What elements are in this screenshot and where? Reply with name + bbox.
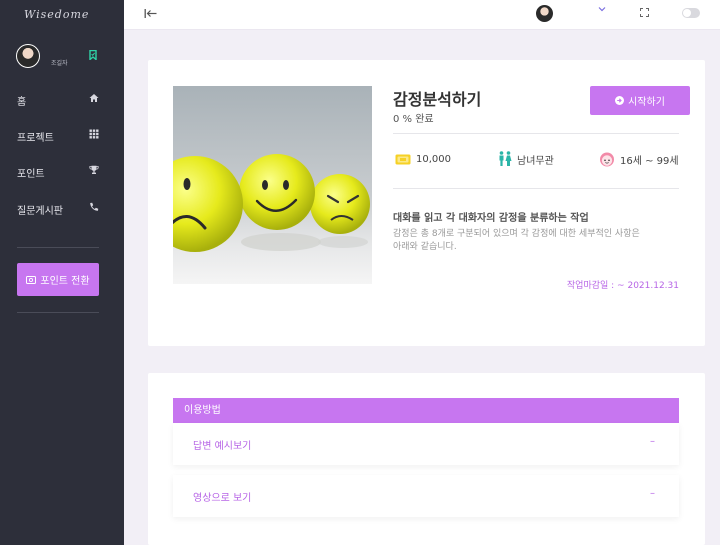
sidebar-item-qna[interactable]: 질문게시판 — [17, 200, 107, 217]
grid-icon — [89, 129, 99, 139]
brand-logo[interactable]: Wisedome — [24, 8, 89, 21]
user-avatar[interactable] — [536, 5, 553, 22]
sidebar-item-label: 프로젝트 — [17, 133, 54, 144]
phone-icon — [90, 202, 99, 211]
coin-icon — [395, 154, 411, 164]
task-card: 감정분석하기 0 % 완료 시작하기 10,000 남녀무관 16세 ~ 99세… — [148, 60, 705, 346]
task-progress: 0 % 완료 — [393, 114, 434, 125]
start-button-label: 시작하기 — [628, 97, 665, 108]
sidebar-divider — [17, 312, 99, 313]
theme-toggle[interactable] — [682, 8, 700, 18]
sidebar-item-label: 포인트 — [17, 169, 45, 180]
usage-card: 이용방법 답변 예시보기 – 영상으로 보기 – — [148, 373, 705, 545]
usage-header: 이용방법 — [173, 398, 679, 423]
home-icon — [89, 94, 99, 102]
description-title: 대화를 읽고 각 대화자의 감정을 분류하는 작업 — [393, 213, 589, 224]
task-image — [173, 86, 372, 284]
stat-points: 10,000 — [395, 150, 451, 168]
stat-gender: 남녀무관 — [498, 150, 554, 168]
trophy-icon — [89, 165, 99, 174]
chevron-down-icon[interactable] — [598, 6, 606, 12]
profile-name: 조길자 — [51, 60, 68, 67]
bookmark-icon[interactable] — [89, 50, 97, 60]
sidebar-item-point[interactable]: 포인트 — [17, 163, 107, 180]
gender-value: 남녀무관 — [517, 155, 554, 167]
point-convert-label: 포인트 전환 — [40, 276, 90, 287]
collapse-icon[interactable]: – — [650, 488, 655, 499]
description-line: 아래와 같습니다. — [393, 242, 457, 252]
collapse-icon[interactable]: – — [650, 436, 655, 447]
gender-icon — [499, 151, 512, 166]
point-convert-button[interactable]: 포인트 전환 — [17, 263, 99, 296]
divider — [393, 188, 679, 189]
accordion-item-example[interactable]: 답변 예시보기 – — [173, 423, 679, 465]
stat-age: 16세 ~ 99세 — [599, 150, 679, 168]
sidebar-divider — [17, 247, 99, 248]
description-line: 감정은 총 8개로 구분되어 있으며 각 감정에 대한 세부적인 사항은 — [393, 229, 640, 239]
topbar — [124, 0, 720, 30]
sidebar: Wisedome 조길자 홈 프로젝트 포인트 질문게시판 포인트 전환 — [0, 0, 124, 545]
sidebar-item-home[interactable]: 홈 — [17, 91, 107, 108]
start-button[interactable]: 시작하기 — [590, 86, 690, 115]
toggle-knob — [683, 9, 691, 17]
age-value: 16세 ~ 99세 — [620, 155, 679, 167]
points-value: 10,000 — [416, 153, 451, 165]
user-profile[interactable]: 조길자 — [16, 44, 112, 70]
face-icon — [600, 152, 614, 167]
arrow-circle-icon — [615, 96, 625, 105]
sidebar-item-project[interactable]: 프로젝트 — [17, 127, 107, 144]
deadline: 작업마감일 : ~ 2021.12.31 — [566, 281, 679, 291]
sidebar-item-label: 홈 — [17, 97, 27, 108]
accordion-item-video[interactable]: 영상으로 보기 – — [173, 475, 679, 517]
accordion-label: 답변 예시보기 — [193, 441, 252, 452]
accordion-label: 영상으로 보기 — [193, 493, 252, 504]
sidebar-item-label: 질문게시판 — [17, 206, 63, 217]
divider — [393, 133, 679, 134]
money-icon — [26, 275, 37, 284]
task-title: 감정분석하기 — [393, 90, 482, 109]
fullscreen-icon[interactable] — [640, 8, 649, 17]
avatar[interactable] — [16, 44, 40, 68]
description-text: 감정은 총 8개로 구분되어 있으며 각 감정에 대한 세부적인 사항은 아래와… — [393, 228, 683, 254]
collapse-left-icon[interactable] — [144, 8, 158, 19]
